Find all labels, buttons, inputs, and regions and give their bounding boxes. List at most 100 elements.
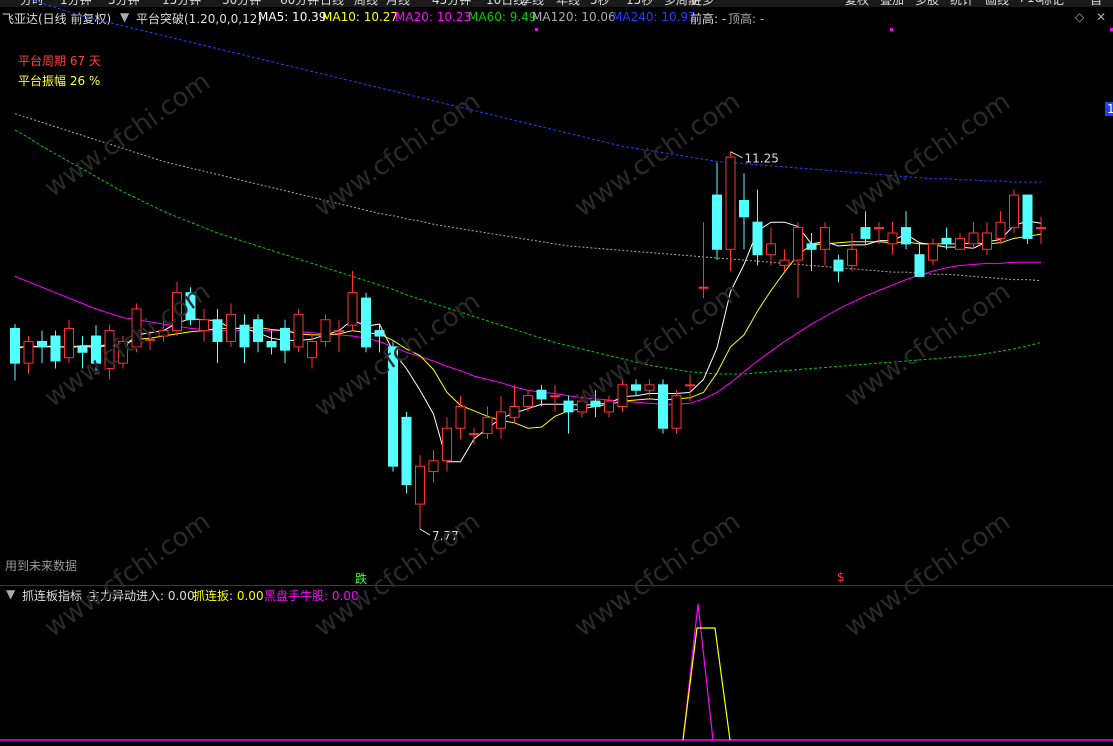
candle-body [982, 232, 992, 250]
period-tab[interactable]: 45分钟 [432, 0, 471, 7]
toolbar-button[interactable]: 叠加 [880, 0, 904, 7]
watermark: www.cfchi.com [309, 286, 486, 424]
stock-title[interactable]: 飞亚达(日线 前复权) [2, 10, 111, 27]
edge-price-label: 1 [1105, 102, 1113, 116]
top-high: 顶高: - [728, 12, 765, 26]
watermark: www.cfchi.com [39, 276, 216, 414]
period-tab[interactable]: 15秒 [626, 0, 653, 7]
candle-body [604, 400, 614, 413]
sub-dropdown-icon[interactable]: ▼ [6, 587, 15, 601]
candle-body [347, 292, 358, 326]
toolbar-button[interactable]: 标记 [1040, 0, 1064, 7]
candle-body [64, 327, 74, 359]
candle-body [415, 465, 425, 505]
candle-body [550, 395, 560, 398]
candle-body [901, 227, 911, 245]
indicator-dropdown-icon[interactable]: ▼ [120, 10, 129, 24]
period-tab[interactable]: 5秒 [590, 0, 610, 7]
candle-body [644, 384, 655, 391]
candle-body [253, 319, 263, 342]
candle-body [23, 340, 34, 364]
candle-body [307, 340, 317, 359]
future-data-note: 用到未来数据 [5, 559, 78, 573]
candle-body [563, 400, 574, 413]
candle-body [968, 232, 979, 245]
ma5-value: MA5: 10.39 [258, 10, 327, 24]
period-tab[interactable]: 60分钟 [280, 0, 319, 7]
high-price-label: 11.25 [745, 152, 779, 166]
period-tab[interactable]: 15分钟 [162, 0, 201, 7]
candle-body [874, 227, 884, 230]
toolbar-button[interactable]: 自 [1090, 0, 1102, 7]
candle-body [928, 243, 938, 261]
period-tab[interactable]: 周线 [354, 0, 378, 7]
period-tab[interactable]: 5分钟 [108, 0, 140, 7]
toolbar-button[interactable]: 画线 [985, 0, 1009, 7]
candle-body [779, 259, 790, 267]
period-tab[interactable]: 更多 [690, 0, 714, 7]
period-tab[interactable]: 日线 [320, 0, 344, 7]
candle-body [226, 313, 236, 342]
candle-body [914, 254, 925, 277]
ma10-value: MA10: 10.27 [322, 10, 399, 24]
candle-body [806, 243, 817, 250]
candle-body [887, 232, 898, 245]
candle-body [266, 340, 277, 348]
period-tab[interactable]: 月线 [386, 0, 410, 7]
toolbar-button[interactable]: 统计 [950, 0, 974, 7]
candle-body [658, 384, 668, 429]
candle-body [50, 335, 61, 362]
candle-body [523, 395, 533, 408]
period-tab[interactable]: 分时 [20, 0, 44, 7]
candle-body [698, 286, 709, 289]
period-tab[interactable]: 1分钟 [60, 0, 92, 7]
candle-body [482, 416, 493, 435]
candle-body [442, 427, 452, 462]
candle-body [995, 221, 1006, 239]
watermark: www.cfchi.com [309, 86, 486, 224]
platform-period: 平台周期 67 天 [18, 54, 101, 68]
period-tab[interactable]: 季线 [520, 0, 544, 7]
indicator-name[interactable]: 平台突破(1.20,0,0,12) [136, 10, 262, 27]
watermark: www.cfchi.com [569, 506, 746, 644]
candle-body [509, 406, 520, 418]
period-tab[interactable]: 年线 [556, 0, 580, 7]
main-chart-header: 飞亚达(日线 前复权) ▼ 平台突破(1.20,0,0,12) MA5: 10.… [0, 9, 1113, 27]
ma20-value: MA20: 10.23 [395, 10, 472, 24]
ma60-value: MA60: 9.49 [468, 10, 537, 24]
candle-body [199, 319, 209, 332]
candle-body [712, 194, 722, 250]
candle-body [941, 237, 952, 245]
close-icon[interactable]: ✕ [1096, 10, 1106, 24]
high-pointer [730, 151, 743, 159]
candle-body [10, 327, 20, 364]
platform-amplitude: 平台振幅 26 % [18, 74, 101, 88]
watermark: www.cfchi.com [839, 276, 1016, 414]
candle-body [293, 313, 304, 348]
candle-body [685, 384, 695, 387]
signal-dot [535, 28, 538, 31]
toolbar-button[interactable]: 多股 [915, 0, 939, 7]
candle-body [955, 237, 965, 250]
candle-body [320, 319, 331, 342]
dollar-marker: $ [837, 570, 845, 584]
candle-body [536, 389, 547, 400]
ma5-line [14, 220, 1042, 463]
ma120-value: MA120: 10.06 [532, 10, 616, 24]
watermark: www.cfchi.com [309, 506, 486, 644]
candle-body [820, 227, 830, 250]
watermark: www.cfchi.com [39, 506, 216, 644]
candle-body [280, 327, 290, 351]
ma240-value: MA240: 10.97 [612, 10, 696, 24]
diamond-icon[interactable]: ◇ [1075, 10, 1084, 24]
period-tab[interactable]: 30分钟 [222, 0, 261, 7]
watermark: www.cfchi.com [839, 86, 1016, 224]
toolbar-button[interactable]: 复权 [845, 0, 869, 7]
signal-dot [890, 28, 893, 31]
candle-body [833, 259, 844, 272]
candle-body [37, 340, 47, 348]
watermark: www.cfchi.com [569, 276, 746, 414]
period-toolbar: 分时 1分钟 5分钟 15分钟 30分钟 60分钟 日线 周线 月线 45分钟 10日线 季线 年线 5秒… [0, 0, 1113, 7]
candle-body [77, 346, 88, 353]
toolbar-button[interactable]: F10 [1020, 0, 1042, 5]
